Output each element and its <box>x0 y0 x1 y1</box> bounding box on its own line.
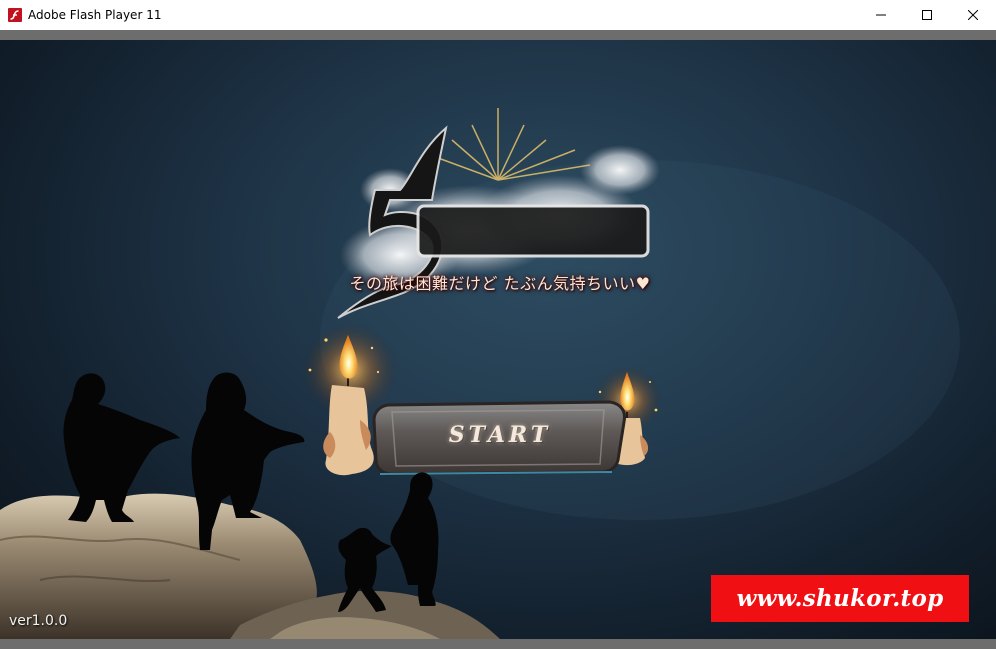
maximize-icon <box>922 10 932 20</box>
minimize-button[interactable] <box>858 0 904 30</box>
logo-rays <box>429 108 591 181</box>
logo-wordmark <box>416 204 650 258</box>
start-button[interactable]: START <box>372 398 628 476</box>
watermark-text: www.shukor.top <box>736 585 944 612</box>
flash-player-icon <box>8 8 22 22</box>
frame-top-bar <box>0 30 996 40</box>
flash-player-window: Adobe Flash Player 11 その旅は困難だけど たぶん気持ちいい… <box>0 0 996 649</box>
frame-bottom-bar <box>0 639 996 649</box>
minimize-icon <box>876 14 886 16</box>
window-title: Adobe Flash Player 11 <box>28 8 162 22</box>
close-icon <box>968 10 978 20</box>
watermark-badge: www.shukor.top <box>711 575 969 622</box>
version-label: ver1.0.0 <box>9 613 68 629</box>
title-scene-art <box>0 108 960 639</box>
start-button-label: START <box>448 422 552 448</box>
game-stage: その旅は困難だけど たぶん気持ちいい♥ START ver1.0.0 www.s… <box>0 40 996 639</box>
maximize-button[interactable] <box>904 0 950 30</box>
game-tagline: その旅は困難だけど たぶん気持ちいい♥ <box>349 274 651 293</box>
close-button[interactable] <box>950 0 996 30</box>
window-controls <box>858 0 996 30</box>
title-bar: Adobe Flash Player 11 <box>0 0 996 30</box>
